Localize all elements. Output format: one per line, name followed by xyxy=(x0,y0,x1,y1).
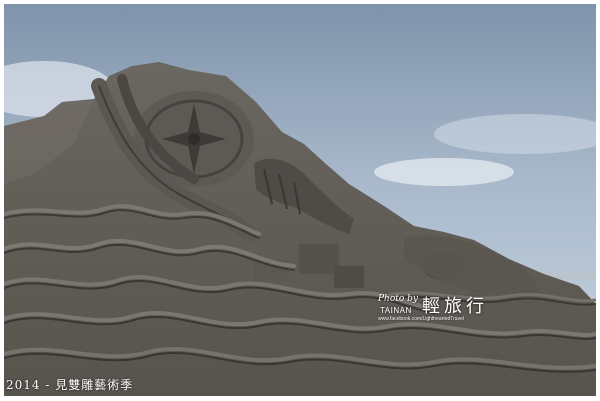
watermark-url: www.facebook.com/LightheartedTravel xyxy=(378,316,464,322)
photo-caption: 2014 - 見雙雕藝術季 xyxy=(6,378,134,392)
photo-frame: 2014 - 見雙雕藝術季 Photo by TAINAN 輕旅行 www.fa… xyxy=(4,4,596,396)
sand-sculpture-photo xyxy=(4,4,596,396)
watermark-brand: 輕旅行 xyxy=(422,296,488,317)
watermark: Photo by TAINAN 輕旅行 www.facebook.com/Lig… xyxy=(378,294,548,328)
watermark-city: TAINAN xyxy=(380,306,412,315)
watermark-photo-by: Photo by xyxy=(378,294,419,304)
cloud xyxy=(374,158,514,186)
